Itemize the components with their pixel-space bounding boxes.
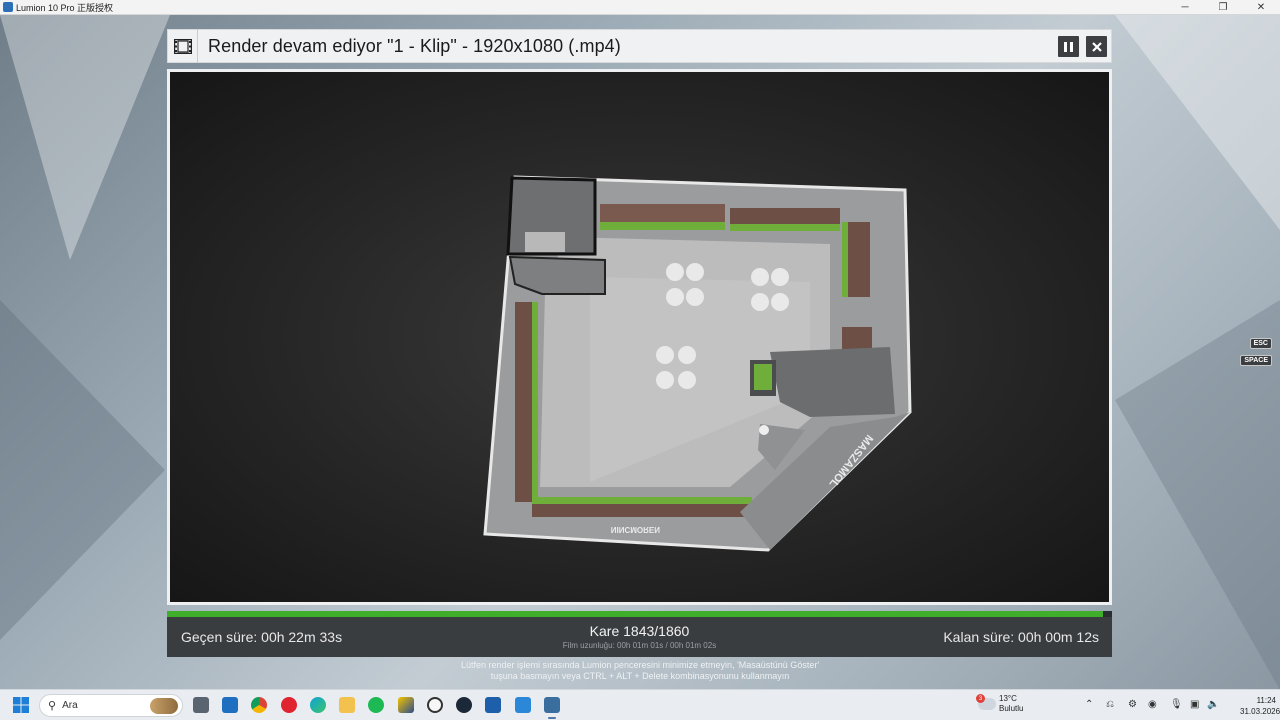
sketchup-icon[interactable] (398, 697, 414, 713)
weather-temperature: 13°C (999, 694, 1017, 703)
pause-render-button[interactable] (1058, 36, 1079, 57)
outlook-icon[interactable] (222, 697, 238, 713)
photos-icon[interactable] (515, 697, 531, 713)
clock-date: 31.03.2026 (1240, 707, 1280, 716)
cancel-render-button[interactable] (1086, 36, 1107, 57)
window-close-button[interactable]: ✕ (1242, 0, 1280, 15)
file-explorer-icon[interactable] (339, 697, 355, 713)
taskbar-search[interactable]: ⚲ Ara (39, 694, 183, 717)
render-preview-frame: MASZAMOL ИƎЯOMƆИIИ (167, 69, 1112, 605)
render-warning: Lütfen render işlemi sırasında Lumion pe… (340, 660, 940, 682)
taskbar: ⚲ Ara 3 13°C Bulutlu ⌃ ⎌ ⚙ ◉ 🎙 ▣ 🔈 11:24… (0, 689, 1280, 720)
space-key-hint[interactable]: SPACE (1240, 355, 1272, 366)
pause-icon (1064, 41, 1073, 52)
restore-icon: ❐ (1218, 2, 1228, 13)
search-icon: ⚲ (48, 700, 57, 712)
lumion-app-icon (3, 2, 13, 12)
chevron-up-icon[interactable]: ⌃ (1085, 699, 1093, 710)
chrome-icon[interactable] (251, 697, 267, 713)
esc-key-hint[interactable]: ESC (1249, 338, 1272, 349)
windows-start-icon[interactable] (13, 697, 29, 713)
warning-line-1: Lütfen render işlemi sırasında Lumion pe… (460, 660, 820, 670)
system-clock[interactable]: 11:24 31.03.2026 (1240, 695, 1280, 717)
window-title-bar[interactable]: Lumion 10 Pro 正版授权 ─ ❐ ✕ (0, 0, 1280, 15)
render-preview: MASZAMOL ИƎЯOMƆИIИ (170, 72, 1109, 602)
network-icon[interactable]: ▣ (1190, 699, 1199, 710)
steam-tray-icon[interactable]: ◉ (1148, 699, 1157, 710)
weather-description: Bulutlu (999, 704, 1024, 713)
remaining-time: Kalan süre: 00h 00m 12s (943, 629, 1099, 645)
booth-brand-front-label: ИƎЯOMƆИIИ (611, 525, 660, 534)
close-icon: ✕ (1256, 2, 1266, 13)
clock-app-icon[interactable] (427, 697, 443, 713)
weather-widget[interactable]: 3 13°C Bulutlu (976, 694, 1024, 714)
app-icon-3[interactable] (485, 697, 501, 713)
close-icon (1091, 41, 1102, 52)
weather-badge: 3 (976, 694, 985, 703)
search-placeholder: Ara (62, 700, 78, 711)
clock-time: 11:24 (1256, 696, 1276, 705)
render-dialog-header: Render devam ediyor "1 - Klip" - 1920x10… (167, 29, 1112, 63)
restore-button[interactable]: ❐ (1204, 0, 1242, 15)
volume-icon[interactable]: 🔈 (1207, 699, 1219, 710)
window-title: Lumion 10 Pro 正版授权 (16, 2, 114, 13)
spotify-icon[interactable] (368, 697, 384, 713)
microphone-icon[interactable]: 🎙 (1170, 699, 1183, 710)
minimize-icon: ─ (1181, 2, 1189, 13)
edge-icon[interactable] (310, 697, 326, 713)
minimize-button[interactable]: ─ (1166, 0, 1204, 15)
booth-render-image: MASZAMOL ИƎЯOMƆИIИ (483, 175, 912, 552)
search-highlight-icon (150, 698, 178, 714)
warning-line-2: tuşuna basmayın veya CTRL + ALT + Delete… (490, 671, 790, 681)
tray-app-icon[interactable]: ⎌ (1106, 699, 1114, 710)
task-view-icon[interactable] (193, 697, 209, 713)
lumion-taskbar-icon[interactable] (544, 697, 560, 719)
cloud-icon: 3 (976, 694, 996, 710)
render-title: Render devam ediyor "1 - Klip" - 1920x10… (208, 35, 621, 56)
steam-icon[interactable] (456, 697, 472, 713)
render-status-bar: Geçen süre: 00h 22m 33s Kare 1843/1860 F… (167, 617, 1112, 657)
opera-icon[interactable] (281, 697, 297, 713)
tray-settings-icon[interactable]: ⚙ (1128, 699, 1137, 710)
film-strip-icon (168, 29, 198, 63)
